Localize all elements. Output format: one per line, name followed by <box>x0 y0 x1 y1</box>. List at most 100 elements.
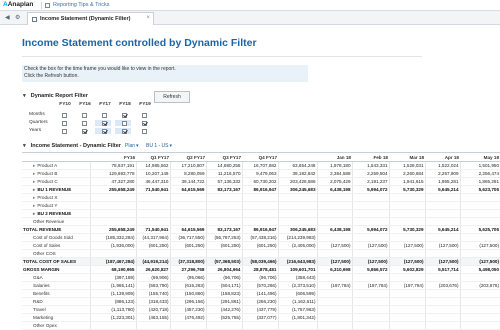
breadcrumb-model[interactable]: Reporting Tips & Tricks <box>53 2 110 8</box>
data-cell[interactable] <box>388 273 425 282</box>
data-cell[interactable]: (127,500) <box>424 241 460 250</box>
data-cell[interactable] <box>459 289 500 298</box>
close-icon[interactable]: × <box>146 15 150 21</box>
data-cell[interactable]: 83,173,167 <box>205 185 242 194</box>
data-cell[interactable] <box>459 193 500 202</box>
data-cell[interactable]: (127,500) <box>459 241 500 250</box>
data-cell[interactable]: 14,985,562 <box>135 161 170 170</box>
data-cell[interactable]: (56,767,253) <box>205 233 242 242</box>
data-cell[interactable] <box>89 321 136 330</box>
data-cell[interactable]: 5,730,329 <box>388 225 425 234</box>
column-header[interactable]: Q2 FY17 <box>170 154 206 162</box>
data-cell[interactable]: 26,804,664 <box>205 265 242 274</box>
data-cell[interactable]: 68,190,965 <box>89 265 136 274</box>
data-cell[interactable]: 86,916,947 <box>241 225 278 234</box>
data-cell[interactable]: (318,433) <box>135 297 170 306</box>
data-cell[interactable] <box>459 249 500 258</box>
refresh-button[interactable]: Refresh <box>154 91 190 103</box>
data-cell[interactable]: (150,860) <box>169 289 206 298</box>
data-cell[interactable]: (1,757,963) <box>277 305 317 314</box>
row-label-cell[interactable]: Other Revenue <box>22 217 90 226</box>
data-cell[interactable] <box>277 249 317 258</box>
row-label-cell[interactable]: Salaries <box>22 281 90 290</box>
data-cell[interactable]: 16,707,682 <box>241 161 278 170</box>
data-cell[interactable] <box>459 313 500 322</box>
data-cell[interactable]: (214,239,983) <box>277 233 317 242</box>
data-cell[interactable]: 1,543,331 <box>351 161 389 170</box>
data-cell[interactable] <box>424 305 460 314</box>
row-label-cell[interactable]: ▸ Product B <box>22 169 90 178</box>
column-header[interactable]: Q4 FY17 <box>242 154 278 162</box>
data-cell[interactable]: 5,625,705 <box>459 225 500 234</box>
data-cell[interactable] <box>351 321 389 330</box>
data-cell[interactable]: (397,189) <box>89 273 136 282</box>
data-cell[interactable]: (615,283) <box>169 281 206 290</box>
data-cell[interactable]: 5,866,572 <box>351 265 389 274</box>
data-cell[interactable]: (358,443) <box>277 273 317 282</box>
data-cell[interactable]: 255,658,249 <box>89 225 136 234</box>
data-cell[interactable]: (1,113,780) <box>89 305 136 314</box>
data-cell[interactable]: (203,676) <box>459 281 500 290</box>
expand-icon[interactable]: ▸ <box>33 203 35 208</box>
data-cell[interactable] <box>89 209 136 218</box>
data-cell[interactable] <box>316 233 352 242</box>
column-header[interactable]: Feb 18 <box>352 154 389 162</box>
data-cell[interactable] <box>459 297 500 306</box>
data-cell[interactable]: 1,865,281 <box>459 177 500 186</box>
data-cell[interactable]: 5,645,214 <box>424 185 460 194</box>
data-cell[interactable] <box>241 217 278 226</box>
data-cell[interactable] <box>169 321 206 330</box>
data-cell[interactable] <box>316 297 352 306</box>
filter-checkbox[interactable] <box>122 129 127 134</box>
data-cell[interactable] <box>424 321 460 330</box>
data-cell[interactable]: 5,994,072 <box>351 225 389 234</box>
data-cell[interactable]: (187,467,284) <box>89 257 136 266</box>
data-cell[interactable]: 14,880,255 <box>205 161 242 170</box>
data-cell[interactable]: (127,500) <box>316 257 352 266</box>
data-cell[interactable] <box>205 193 242 202</box>
data-cell[interactable] <box>388 233 425 242</box>
column-header[interactable]: Jan 18 <box>317 154 352 162</box>
filter-checkbox[interactable] <box>142 113 147 118</box>
data-cell[interactable] <box>169 193 206 202</box>
data-cell[interactable] <box>241 209 278 218</box>
data-cell[interactable]: (504,171) <box>205 281 242 290</box>
expand-icon[interactable]: ▸ <box>33 187 35 192</box>
data-cell[interactable]: 8,280,059 <box>169 169 206 178</box>
data-cell[interactable] <box>89 193 136 202</box>
data-cell[interactable]: 28,878,481 <box>241 265 278 274</box>
data-cell[interactable] <box>205 201 242 210</box>
row-label-cell[interactable]: GROSS MARGIN <box>22 265 90 274</box>
data-cell[interactable] <box>388 249 425 258</box>
data-cell[interactable] <box>459 209 500 218</box>
data-cell[interactable]: 39,182,842 <box>277 169 317 178</box>
data-cell[interactable] <box>316 305 352 314</box>
data-cell[interactable] <box>205 217 242 226</box>
data-cell[interactable] <box>316 273 352 282</box>
data-cell[interactable]: (96,706) <box>241 273 278 282</box>
data-cell[interactable] <box>135 249 170 258</box>
data-cell[interactable]: 255,658,249 <box>89 185 136 194</box>
data-cell[interactable]: 9,479,063 <box>241 169 278 178</box>
data-cell[interactable] <box>424 201 460 210</box>
expand-icon[interactable]: ▸ <box>33 195 35 200</box>
data-cell[interactable]: 39,144,722 <box>169 177 206 186</box>
data-cell[interactable]: 2,191,237 <box>351 177 389 186</box>
data-cell[interactable]: (601,250) <box>241 241 278 250</box>
data-cell[interactable]: (44,317,964) <box>135 233 170 242</box>
data-cell[interactable]: 306,245,683 <box>277 225 317 234</box>
data-cell[interactable]: (437,779) <box>241 305 278 314</box>
data-cell[interactable]: 83,173,167 <box>205 225 242 234</box>
report-section-header[interactable]: ▾ Income Statement - Dynamic Filter <box>23 143 121 149</box>
data-cell[interactable] <box>89 249 136 258</box>
data-cell[interactable]: (1,936,000) <box>89 241 136 250</box>
data-cell[interactable]: (593,790) <box>135 281 170 290</box>
filter-checkbox[interactable] <box>62 113 67 118</box>
filter-checkbox[interactable] <box>62 121 67 126</box>
data-cell[interactable]: (197,784) <box>316 281 352 290</box>
data-cell[interactable]: (141,496) <box>241 289 278 298</box>
data-cell[interactable]: 78,637,191 <box>89 161 136 170</box>
data-cell[interactable]: (127,500) <box>424 257 460 266</box>
data-cell[interactable]: (606,599) <box>277 289 317 298</box>
data-cell[interactable] <box>388 217 425 226</box>
